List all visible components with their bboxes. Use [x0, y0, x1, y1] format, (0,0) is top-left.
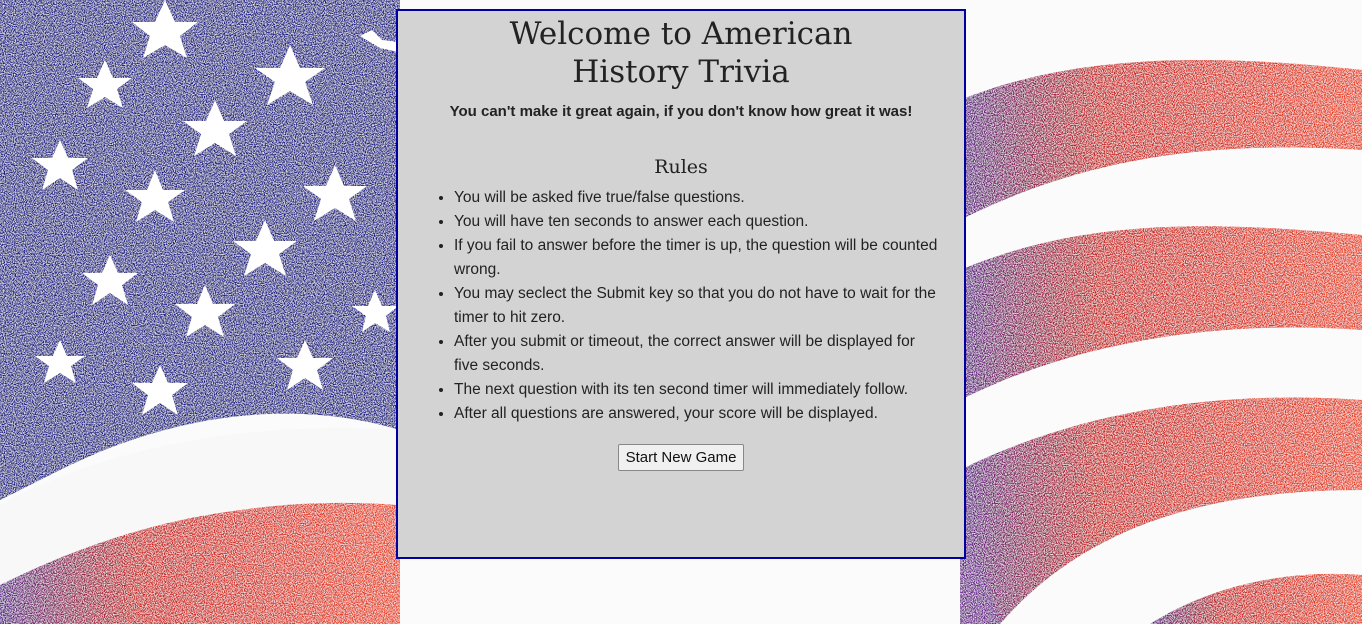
- rule-item: You will have ten seconds to answer each…: [454, 210, 938, 234]
- rule-item: After you submit or timeout, the correct…: [454, 330, 938, 378]
- page-title: Welcome to American History Trivia: [509, 16, 853, 90]
- welcome-panel: Welcome to American History Trivia You c…: [396, 9, 966, 559]
- rule-item: After all questions are answered, your s…: [454, 402, 938, 426]
- start-button-container: Start New Game: [398, 444, 964, 471]
- rule-item: You may seclect the Submit key so that y…: [454, 282, 938, 330]
- rule-item: If you fail to answer before the timer i…: [454, 234, 938, 282]
- rule-item: You will be asked five true/false questi…: [454, 186, 938, 210]
- tagline: You can't make it great again, if you do…: [449, 103, 913, 120]
- rules-heading: Rules: [654, 156, 708, 178]
- rule-item: The next question with its ten second ti…: [454, 378, 938, 402]
- start-new-game-button[interactable]: Start New Game: [617, 444, 745, 471]
- rules-list: You will be asked five true/false questi…: [398, 186, 964, 426]
